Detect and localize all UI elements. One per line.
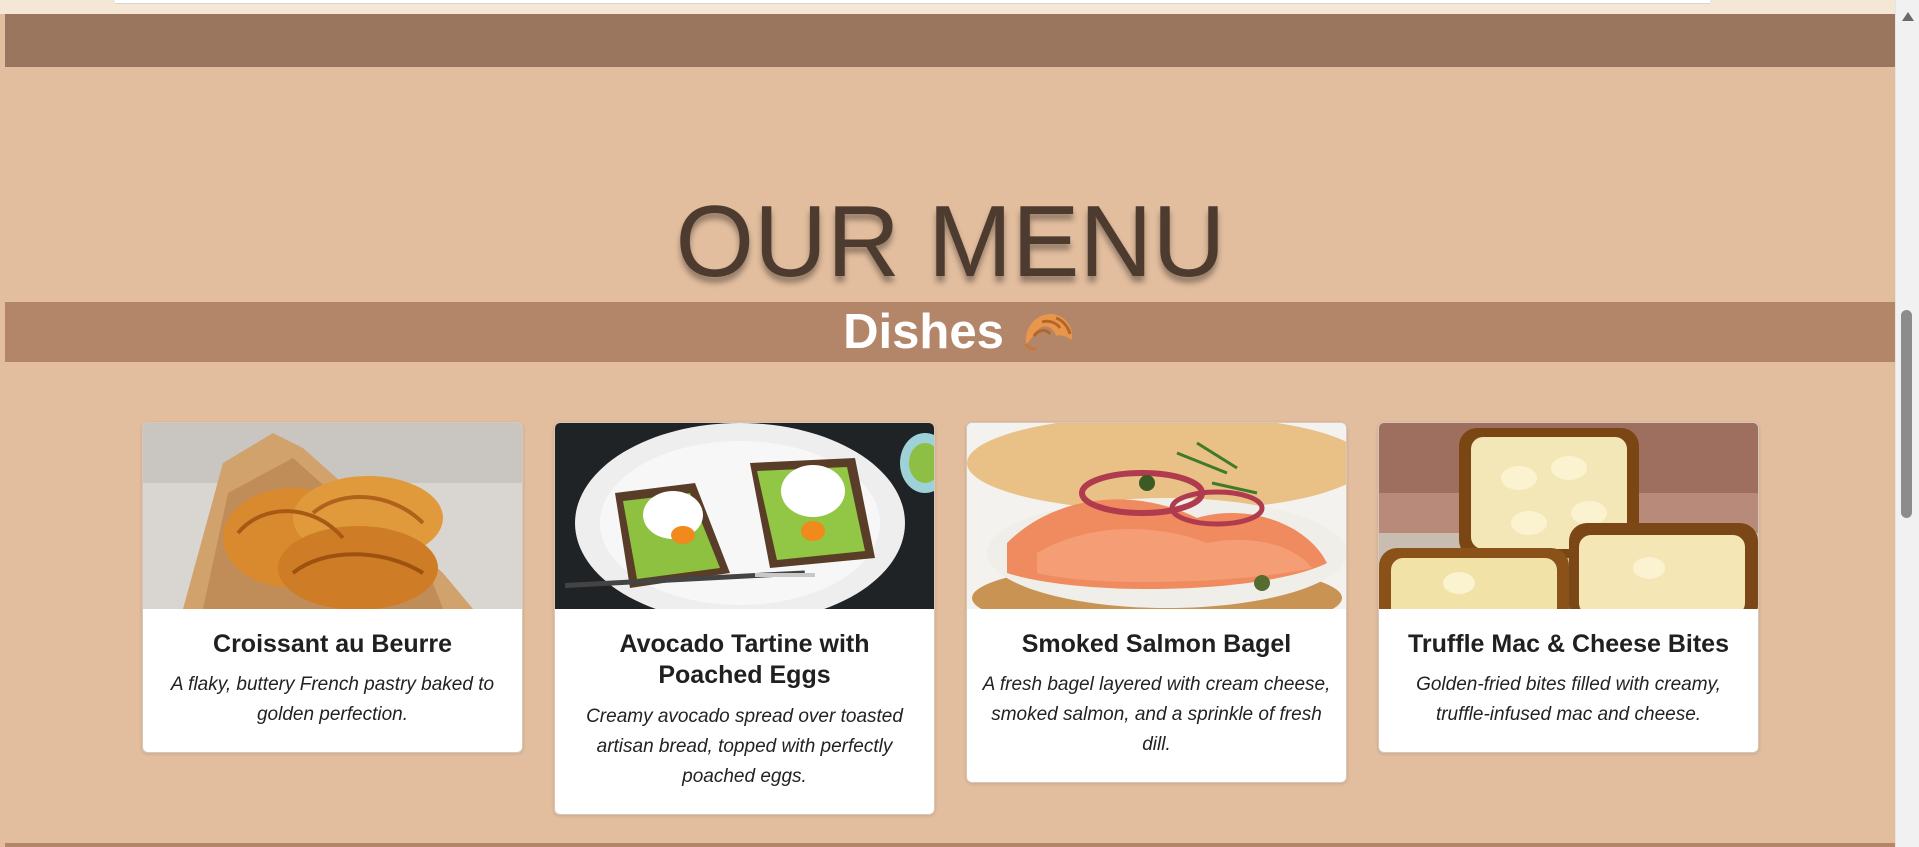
section-title: Dishes (843, 305, 1004, 359)
croissant-icon (1024, 314, 1073, 351)
dish-description: A flaky, buttery French pastry baked to … (170, 674, 495, 726)
navigation-bar (5, 14, 1896, 67)
dish-title: Smoked Salmon Bagel (1021, 630, 1292, 658)
vertical-scrollbar[interactable] (1895, 0, 1919, 847)
section-bottom-divider (5, 843, 1896, 847)
scroll-up-arrow-icon[interactable] (1902, 12, 1914, 21)
page-title: OUR MENU (675, 186, 1226, 298)
dish-image (1379, 423, 1758, 609)
dish-card: Avocado Tartine with Poached Eggs Creamy… (554, 422, 935, 815)
dish-card: Smoked Salmon Bagel A fresh bagel layere… (966, 422, 1347, 784)
dish-title: Truffle Mac & Cheese Bites (1408, 630, 1729, 658)
dish-card: Truffle Mac & Cheese Bites Golden-fried … (1378, 422, 1759, 754)
dish-image (967, 423, 1346, 609)
dish-image (555, 423, 934, 609)
section-header: Dishes (0, 302, 1919, 362)
dish-title: Avocado Tartine with Poached Eggs (619, 630, 870, 690)
dish-description: Golden-fried bites filled with creamy, t… (1416, 674, 1721, 726)
dish-description: A fresh bagel layered with cream cheese,… (982, 674, 1331, 756)
scrollbar-thumb[interactable] (1901, 310, 1912, 518)
top-divider (115, 0, 1710, 4)
dish-image (143, 423, 522, 609)
dish-card: Croissant au Beurre A flaky, buttery Fre… (142, 422, 523, 754)
dish-description: Creamy avocado spread over toasted artis… (586, 705, 903, 787)
hero-section: OUR MENU (5, 67, 1896, 302)
browser-top-strip (0, 0, 1919, 14)
dish-title: Croissant au Beurre (213, 630, 452, 658)
